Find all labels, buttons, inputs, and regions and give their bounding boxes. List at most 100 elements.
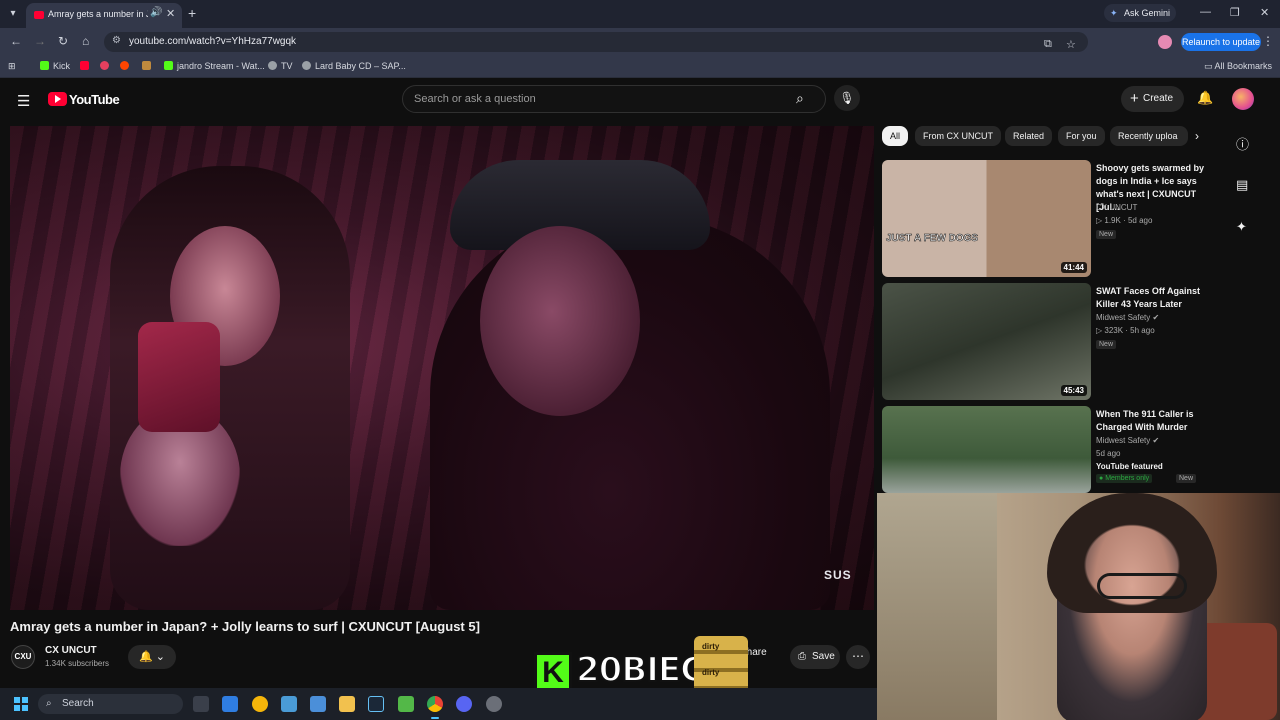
view-count: 323K — [1104, 326, 1124, 335]
bookmark-star-icon[interactable]: ☆ — [1066, 38, 1076, 51]
reddit-icon — [120, 61, 129, 70]
recommendation-thumbnail[interactable]: JUST A FEW DOGS 41:44 — [882, 160, 1091, 277]
duration-badge: 41:44 — [1060, 262, 1087, 273]
bookmark-youtube[interactable] — [80, 61, 93, 71]
chip-all[interactable]: All — [882, 126, 909, 146]
menu-icon[interactable]: ☰ — [17, 92, 30, 110]
recommendation-channel[interactable]: Midwest Safety ✔ — [1096, 436, 1159, 445]
recommendation-thumbnail[interactable]: 45:43 — [882, 283, 1091, 400]
recommendation-thumbnail[interactable] — [882, 406, 1091, 493]
recommendation-title[interactable]: When The 911 Caller is Charged With Murd… — [1096, 408, 1220, 434]
address-input[interactable]: ⚙ youtube.com/watch?v=YhHza77wgqk ⧉ ☆ — [104, 32, 1088, 52]
create-label: Create — [1143, 93, 1174, 104]
save-button[interactable]: ⎙ Save — [790, 645, 840, 669]
recommendation-channel[interactable]: CX UNCUT — [1096, 203, 1137, 212]
members-label: Members only — [1105, 475, 1150, 482]
verified-icon: ✔ — [1152, 436, 1160, 445]
weather-icon[interactable] — [252, 696, 268, 712]
notifications-icon[interactable]: 🔔 — [1197, 90, 1213, 106]
video-phone — [138, 322, 220, 432]
bookmark-lard-baby[interactable]: Lard Baby CD – SAP... — [302, 61, 406, 71]
chip-recently-uploaded[interactable]: Recently uploa — [1110, 126, 1188, 146]
voice-search-icon[interactable]: 🎙 — [834, 85, 860, 111]
site-info-icon[interactable]: ⚙ — [112, 35, 121, 46]
search-icon: ⌕ — [46, 698, 52, 709]
forward-icon[interactable]: → — [34, 34, 46, 48]
youtube-logo-icon[interactable] — [48, 92, 67, 106]
bookmark-reddit[interactable] — [120, 61, 133, 71]
channel-avatar[interactable]: CXU — [11, 645, 35, 669]
windows-start-icon[interactable] — [14, 697, 28, 711]
ask-gemini-button[interactable]: ✦ Ask Gemini — [1104, 4, 1176, 22]
url-text: youtube.com/watch?v=YhHza77wgqk — [129, 36, 297, 47]
recommendation-item[interactable]: JUST A FEW DOGS 41:44 Shoovy gets swarme… — [882, 160, 1222, 278]
taskbar-search[interactable]: ⌕ Search — [38, 694, 183, 714]
recommendation-channel[interactable]: Midwest Safety ✔ — [1096, 313, 1159, 322]
steam-icon[interactable] — [368, 696, 384, 712]
widgets-icon[interactable] — [222, 696, 238, 712]
create-button[interactable]: + Create — [1121, 86, 1184, 112]
tab-search-icon[interactable]: ▾ — [4, 5, 22, 23]
bookmark-kick[interactable]: Kick — [40, 61, 70, 71]
channel-name: Midwest Safety — [1096, 313, 1151, 322]
obs-icon[interactable] — [486, 696, 502, 712]
kick-icon — [164, 61, 173, 70]
bookmarks-bar: ⊞ Kick jandro Stream - Wat... TV Lard Ba… — [0, 56, 1280, 78]
chip-related[interactable]: Related — [1005, 126, 1053, 146]
chevron-right-icon[interactable]: › — [1195, 129, 1199, 143]
task-view-icon[interactable] — [193, 696, 209, 712]
recommendation-stats: ▷ 1.9K · 5d ago — [1096, 216, 1153, 225]
thumbnail-caption: JUST A FEW DOGS — [886, 233, 979, 245]
pinterest-icon — [100, 61, 109, 70]
all-bookmarks[interactable]: ▭ All Bookmarks — [1204, 61, 1272, 72]
chip-for-you[interactable]: For you — [1058, 126, 1105, 146]
minecraft-icon[interactable] — [398, 696, 414, 712]
close-window-icon[interactable]: ✕ — [1260, 6, 1269, 19]
comments-icon[interactable]: ▤ — [1236, 177, 1248, 193]
close-tab-icon[interactable]: ✕ — [166, 7, 175, 20]
new-tab-icon[interactable]: + — [188, 5, 196, 21]
recommendation-item[interactable]: When The 911 Caller is Charged With Murd… — [882, 406, 1222, 494]
info-icon[interactable]: ⓘ — [1236, 134, 1249, 153]
bookmark-kick-stream[interactable]: jandro Stream - Wat... — [164, 61, 265, 71]
browser-menu-icon[interactable]: ⋮ — [1262, 34, 1274, 48]
profile-avatar[interactable] — [1158, 35, 1172, 49]
recommendation-title[interactable]: SWAT Faces Off Against Killer 43 Years L… — [1096, 285, 1220, 311]
remote-desktop-icon[interactable] — [281, 696, 297, 712]
more-actions-icon[interactable]: ⋯ — [846, 645, 870, 669]
speaker-icon[interactable]: 🔊 — [150, 7, 162, 18]
reload-icon[interactable]: ↻ — [58, 34, 68, 48]
ask-ai-icon[interactable]: ✦ — [1236, 219, 1247, 235]
youtube-favicon-icon — [34, 11, 44, 19]
search-input[interactable]: Search or ask a question ⌕ — [402, 85, 826, 113]
bookmark-image[interactable] — [142, 61, 155, 71]
calculator-icon[interactable] — [310, 696, 326, 712]
discord-icon[interactable] — [456, 696, 472, 712]
home-icon[interactable]: ⌂ — [82, 34, 89, 48]
chip-from-channel[interactable]: From CX UNCUT — [915, 126, 1001, 146]
bookmark-tv[interactable]: TV — [268, 61, 293, 71]
file-explorer-icon[interactable] — [339, 696, 355, 712]
back-icon[interactable]: ← — [10, 34, 22, 48]
subscription-bell-button[interactable]: 🔔 ⌄ — [128, 645, 176, 669]
youtube-logo-text[interactable]: YouTube — [69, 92, 120, 107]
youtube-header: ☰ YouTube Search or ask a question ⌕ 🎙 +… — [0, 79, 1280, 121]
search-icon[interactable]: ⌕ — [796, 90, 804, 107]
account-avatar[interactable] — [1232, 88, 1254, 110]
install-app-icon[interactable]: ⧉ — [1044, 38, 1052, 51]
search-placeholder: Search or ask a question — [414, 93, 536, 105]
channel-name[interactable]: CX UNCUT — [45, 645, 97, 656]
bookmark-label: jandro Stream - Wat... — [177, 61, 265, 71]
minimize-icon[interactable]: — — [1200, 6, 1211, 18]
video-player[interactable]: SUS — [10, 126, 874, 610]
upload-age: 5h ago — [1130, 326, 1155, 335]
bookmark-pinterest[interactable] — [100, 61, 113, 71]
browser-tab[interactable]: Amray gets a number in Japan? + Jolly le… — [26, 3, 182, 28]
new-badge: New — [1096, 340, 1117, 349]
recommendation-item[interactable]: 45:43 SWAT Faces Off Against Killer 43 Y… — [882, 283, 1222, 401]
restore-icon[interactable]: ❐ — [1230, 6, 1240, 19]
chrome-icon[interactable] — [427, 696, 443, 712]
bookmark-icon: ⎙ — [798, 651, 806, 662]
relaunch-button[interactable]: Relaunch to update — [1181, 33, 1261, 51]
apps-grid-icon[interactable]: ⊞ — [8, 61, 16, 72]
